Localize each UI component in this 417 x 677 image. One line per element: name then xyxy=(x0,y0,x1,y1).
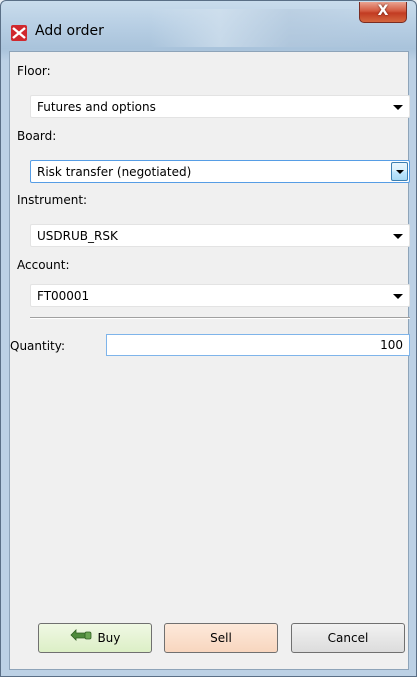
account-dropdown[interactable]: FT00001 xyxy=(30,284,410,307)
floor-label: Floor: xyxy=(17,64,51,78)
floor-dropdown[interactable]: Futures and options xyxy=(30,95,410,118)
quantity-label: Quantity: xyxy=(10,339,66,353)
chevron-down-icon xyxy=(393,105,403,110)
divider xyxy=(30,317,410,319)
board-label: Board: xyxy=(17,129,57,143)
instrument-label: Instrument: xyxy=(17,193,88,207)
chevron-down-icon xyxy=(393,234,403,239)
instrument-dropdown[interactable]: USDRUB_RSK xyxy=(30,224,410,247)
cancel-label: Cancel xyxy=(327,631,369,645)
instrument-value: USDRUB_RSK xyxy=(37,229,118,243)
hand-pointer-icon xyxy=(70,625,92,653)
account-label: Account: xyxy=(17,258,70,272)
chevron-down-icon xyxy=(396,170,404,174)
sell-label: Sell xyxy=(210,631,232,645)
account-value: FT00001 xyxy=(37,289,90,303)
title-bar[interactable]: Add order X xyxy=(1,1,416,51)
floor-value: Futures and options xyxy=(37,100,156,114)
cancel-button[interactable]: Cancel xyxy=(291,623,405,653)
title-bar-glass xyxy=(151,9,381,47)
moex-logo-icon xyxy=(11,25,27,41)
sell-button[interactable]: Sell xyxy=(164,623,278,653)
board-dropdown[interactable]: Risk transfer (negotiated) xyxy=(30,160,410,183)
add-order-window: Add order X Floor: Futures and options B… xyxy=(0,0,417,677)
close-button[interactable]: X xyxy=(359,2,407,23)
board-value: Risk transfer (negotiated) xyxy=(37,165,192,179)
board-dropdown-button[interactable] xyxy=(391,162,408,181)
window-title: Add order xyxy=(35,23,104,39)
close-icon: X xyxy=(377,3,389,19)
buy-button[interactable]: Buy xyxy=(38,623,152,653)
quantity-input[interactable]: 100 xyxy=(106,334,410,356)
buy-label: Buy xyxy=(97,631,121,645)
dialog-body: Floor: Futures and options Board: Risk t… xyxy=(9,51,410,670)
chevron-down-icon xyxy=(393,294,403,299)
